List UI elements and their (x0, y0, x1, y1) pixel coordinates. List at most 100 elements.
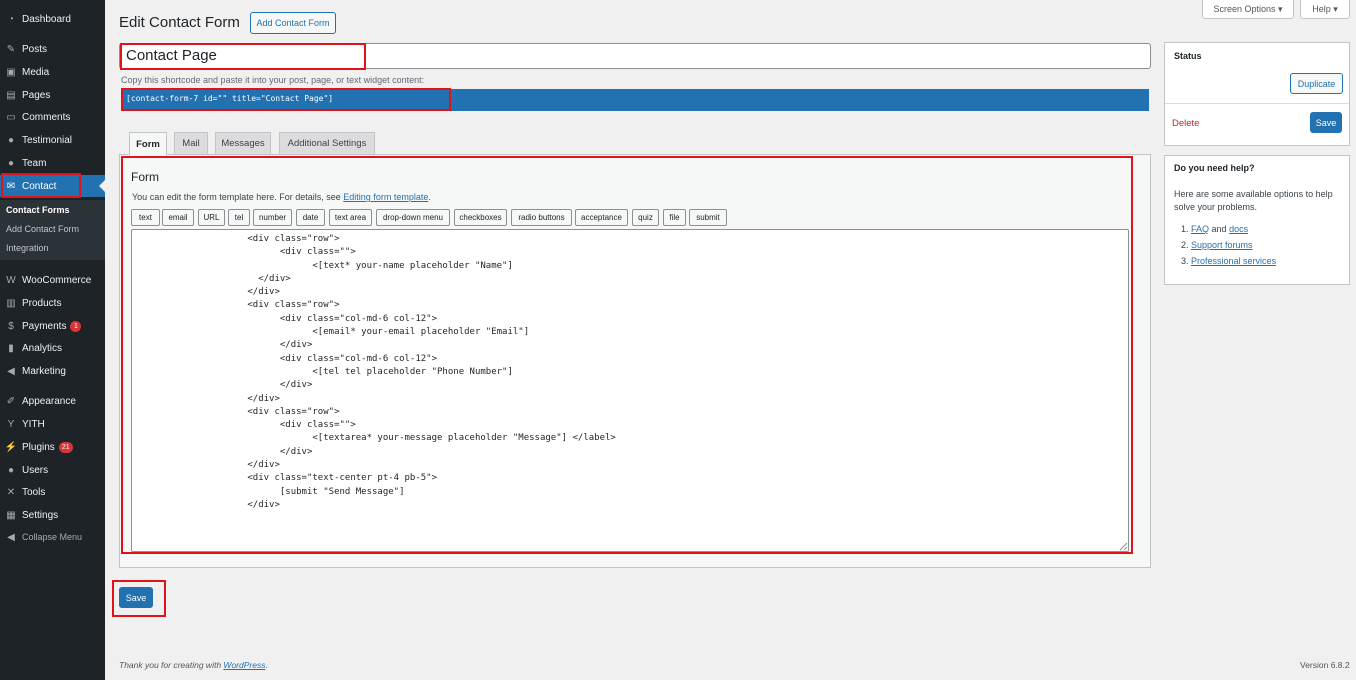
plugins-icon: ⚡ (4, 441, 18, 453)
tab-messages[interactable]: Messages (215, 132, 271, 154)
tab-mail[interactable]: Mail (174, 132, 208, 154)
admin-sidebar: Contact Forms Add Contact Form Integrati… (0, 0, 105, 680)
sidebar-item-collapse-menu[interactable]: ◀ Collapse Menu (0, 526, 105, 548)
sidebar-item-label: WooCommerce (22, 274, 92, 286)
tab-form[interactable]: Form (129, 132, 167, 155)
sidebar-item-analytics[interactable]: ▮ Analytics (0, 337, 105, 359)
help-item-number: 3. (1181, 256, 1189, 266)
delete-link[interactable]: Delete (1172, 118, 1199, 129)
help-item-professional: 3. Professional services (1181, 256, 1276, 266)
sidebar-item-label: Media (22, 66, 50, 78)
megaphone-icon: ◀ (7, 365, 15, 377)
sidebar-item-team[interactable]: ● Team (0, 152, 105, 174)
sidebar-item-label: Comments (22, 111, 71, 123)
sidebar-item-tools[interactable]: ✕ Tools (0, 481, 105, 503)
sidebar-item-label: Collapse Menu (22, 532, 83, 542)
sidebar-item-testimonial[interactable]: ● Testimonial (0, 129, 105, 151)
person-icon: ● (7, 134, 15, 146)
professional-services-link[interactable]: Professional services (1191, 256, 1276, 266)
help-title: Do you need help? (1174, 163, 1255, 173)
users-icon: ● (7, 464, 15, 476)
settings-icon: ▦ (6, 509, 16, 521)
sidebar-item-label: Plugins (22, 441, 55, 453)
highlight-form-panel (121, 156, 1133, 554)
sidebar-item-users[interactable]: ● Users (0, 459, 105, 481)
sidebar-item-label: Dashboard (22, 13, 71, 25)
footer-version: Version 6.8.2 (1300, 660, 1350, 670)
sidebar-item-woocommerce[interactable]: W WooCommerce (0, 269, 105, 291)
highlight-contact-menu (1, 173, 81, 198)
collapse-icon: ◀ (7, 531, 15, 543)
tab-additional-settings[interactable]: Additional Settings (279, 132, 375, 154)
contact-submenu: Contact Forms Add Contact Form Integrati… (0, 200, 105, 260)
sidebar-item-yith[interactable]: Y YITH (0, 413, 105, 435)
footer-text: Thank you for creating with (119, 660, 224, 670)
notification-badge: 21 (58, 441, 73, 453)
screen-options-button[interactable]: Screen Options ▾ (1202, 0, 1294, 19)
sidebar-item-label: Appearance (22, 395, 76, 407)
help-button[interactable]: Help ▾ (1300, 0, 1350, 19)
sidebar-item-label: YITH (22, 418, 45, 430)
yith-icon: Y (7, 418, 15, 430)
active-menu-arrow-icon (99, 180, 105, 192)
sidebar-item-marketing[interactable]: ◀ Marketing (0, 360, 105, 382)
sidebar-item-products[interactable]: ▥ Products (0, 292, 105, 314)
sidebar-item-comments[interactable]: ▭ Comments (0, 106, 105, 128)
submenu-contact-forms[interactable]: Contact Forms (6, 205, 70, 215)
status-divider (1165, 103, 1349, 104)
sidebar-item-posts[interactable]: ✎ Posts (0, 38, 105, 60)
faq-link[interactable]: FAQ (1191, 224, 1209, 234)
help-item-faq: 1. FAQ and docs (1181, 224, 1248, 234)
analytics-icon: ▮ (8, 342, 14, 354)
duplicate-button[interactable]: Duplicate (1290, 73, 1343, 94)
sidebar-item-label: Marketing (22, 365, 66, 377)
footer-thanks: Thank you for creating with WordPress. (119, 660, 268, 670)
help-item-support: 2. Support forums (1181, 240, 1253, 250)
sidebar-item-settings[interactable]: ▦ Settings (0, 504, 105, 526)
docs-link[interactable]: docs (1229, 224, 1248, 234)
add-contact-form-button[interactable]: Add Contact Form (250, 12, 336, 34)
sidebar-item-label: Posts (22, 43, 48, 55)
sidebar-item-label: Payments (22, 320, 67, 332)
sidebar-item-label: Testimonial (22, 134, 73, 146)
pages-icon: ▤ (6, 89, 16, 101)
wordpress-link[interactable]: WordPress (223, 660, 265, 670)
help-item-number: 1. (1181, 224, 1189, 234)
brush-icon: ✐ (6, 395, 16, 407)
help-and: and (1209, 224, 1230, 234)
status-save-button[interactable]: Save (1310, 112, 1342, 133)
highlight-shortcode (121, 88, 451, 111)
help-text: Here are some available options to help … (1174, 189, 1333, 212)
sidebar-item-label: Pages (22, 89, 51, 101)
wrench-icon: ✕ (6, 486, 16, 498)
shortcode-label: Copy this shortcode and paste it into yo… (121, 75, 425, 85)
sidebar-item-label: Team (22, 157, 47, 169)
support-forums-link[interactable]: Support forums (1191, 240, 1253, 250)
highlight-title (120, 43, 366, 70)
sidebar-item-pages[interactable]: ▤ Pages (0, 84, 105, 106)
notification-badge: 1 (70, 320, 82, 332)
payments-icon: $ (8, 320, 14, 332)
sidebar-item-label: Settings (22, 509, 59, 521)
person-icon: ● (7, 157, 15, 169)
sidebar-item-appearance[interactable]: ✐ Appearance (0, 390, 105, 412)
pushpin-icon: ✎ (6, 43, 16, 55)
help-item-number: 2. (1181, 240, 1189, 250)
submenu-integration[interactable]: Integration (6, 243, 49, 253)
sidebar-item-payments[interactable]: $ Payments 1 (0, 315, 105, 337)
woocommerce-icon: W (6, 274, 16, 286)
footer-end: . (265, 660, 268, 670)
sidebar-item-plugins[interactable]: ⚡ Plugins 21 (0, 436, 105, 458)
sidebar-item-media[interactable]: ▣ Media (0, 61, 105, 83)
sidebar-item-label: Users (22, 464, 49, 476)
products-icon: ▥ (6, 297, 16, 309)
dashboard-icon: ◔ (7, 13, 15, 25)
media-icon: ▣ (6, 66, 16, 78)
sidebar-item-label: Products (22, 297, 62, 309)
sidebar-item-dashboard[interactable]: ◔ Dashboard (0, 8, 105, 30)
sidebar-item-label: Analytics (22, 342, 63, 354)
comments-icon: ▭ (6, 111, 16, 123)
submenu-add-contact-form[interactable]: Add Contact Form (6, 224, 79, 234)
highlight-save (112, 580, 166, 617)
page-title: Edit Contact Form (119, 14, 240, 31)
